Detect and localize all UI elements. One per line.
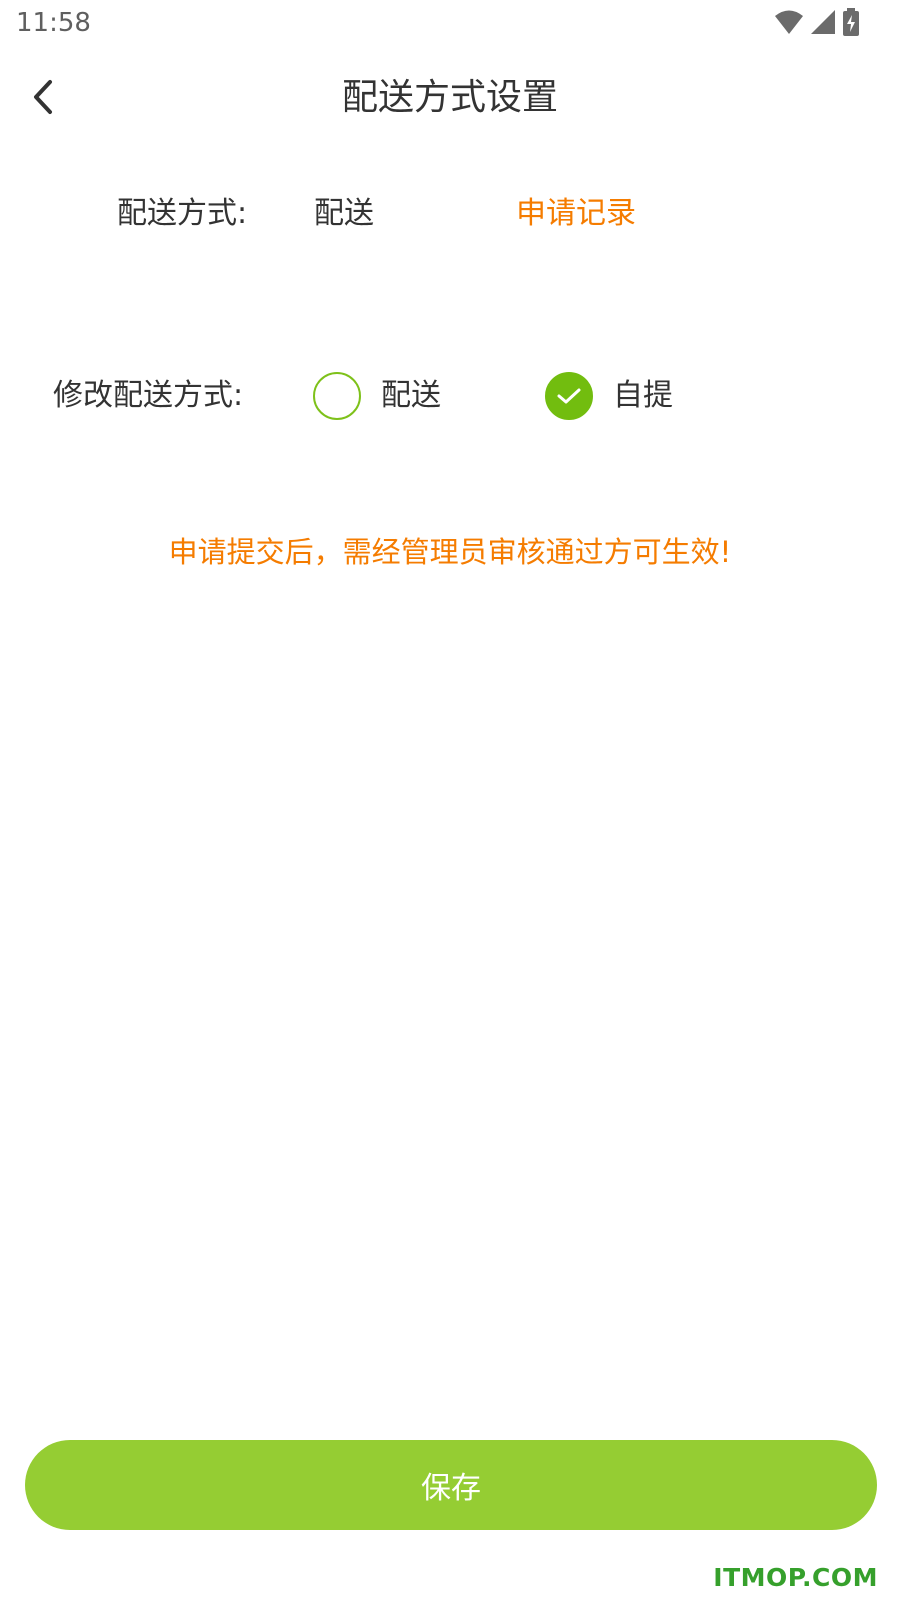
- watermark: ITMOP.COM: [713, 1563, 878, 1592]
- current-method-label: 配送方式:: [117, 196, 248, 231]
- status-icons: [774, 8, 860, 40]
- radio-label-delivery: 配送: [381, 378, 441, 413]
- signal-icon: [810, 9, 836, 39]
- wifi-icon: [774, 9, 804, 39]
- status-bar: 11:58: [0, 0, 900, 50]
- status-time: 11:58: [16, 8, 91, 38]
- current-method-value: 配送: [314, 196, 374, 231]
- screen: 11:58 配送方式设置 配送方式: 配送 申请记录 修改配送方式: 配送 自提…: [0, 0, 900, 1600]
- radio-label-pickup: 自提: [613, 378, 673, 413]
- radio-unchecked-icon: [313, 372, 361, 420]
- battery-charging-icon: [842, 8, 860, 40]
- application-record-link[interactable]: 申请记录: [516, 190, 636, 238]
- current-method-row: 配送方式: 配送 申请记录: [0, 190, 900, 240]
- modify-method-label: 修改配送方式:: [53, 378, 244, 413]
- radio-option-delivery[interactable]: 配送: [313, 370, 441, 422]
- review-notice: 申请提交后，需经管理员审核通过方可生效!: [168, 535, 732, 569]
- radio-option-pickup[interactable]: 自提: [545, 370, 673, 422]
- page-title: 配送方式设置: [341, 77, 558, 118]
- radio-checked-icon: [545, 372, 593, 420]
- modify-method-row: 修改配送方式: 配送 自提: [0, 368, 900, 428]
- save-button[interactable]: 保存: [25, 1440, 877, 1530]
- header: 配送方式设置: [0, 60, 900, 140]
